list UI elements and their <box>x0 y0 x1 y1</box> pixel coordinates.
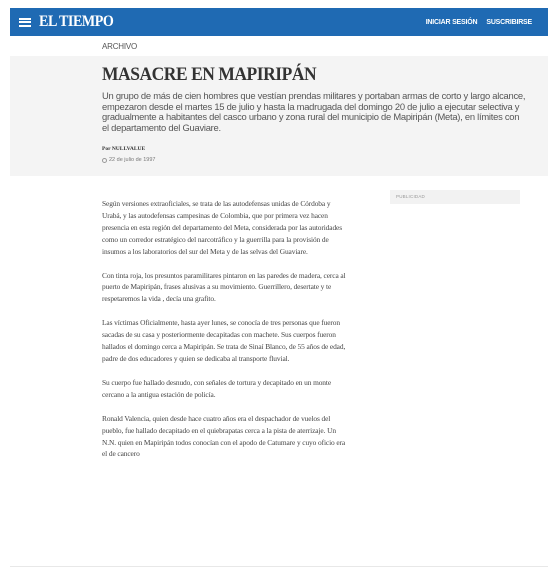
article-title: MASACRE EN MAPIRIPÁN <box>102 64 317 85</box>
section-link-archivo[interactable]: ARCHIVO <box>102 42 137 51</box>
signin-link[interactable]: INICIAR SESIÓN <box>426 19 478 26</box>
article-byline: Por NULLVALUE <box>102 146 146 152</box>
article-lead: Un grupo de más de cien hombres que vest… <box>102 90 526 133</box>
article-date-text: 22 de julio de 1997 <box>109 157 156 163</box>
article-paragraph: Ronald Valencia, quien desde hace cuatro… <box>102 413 346 459</box>
advertisement-slot[interactable]: PUBLICIDAD <box>390 190 520 204</box>
ad-label: PUBLICIDAD <box>396 194 426 199</box>
hamburger-menu-icon[interactable] <box>19 17 31 27</box>
page-bottom-divider <box>10 566 548 567</box>
article-body: Según versiones extraoficiales, se trata… <box>102 198 350 472</box>
article-paragraph: Su cuerpo fue hallado desnudo, con señal… <box>102 377 332 399</box>
article-paragraph: Con tinta roja, los presuntos paramilita… <box>102 270 346 304</box>
account-actions: INICIAR SESIÓN SUSCRIBIRSE <box>426 19 533 26</box>
section-bar: ARCHIVO <box>10 36 548 57</box>
clock-icon <box>102 157 107 163</box>
article-paragraph: Según versiones extraoficiales, se trata… <box>102 199 343 256</box>
article-paragraph: Las víctimas Oficialmente, hasta ayer lu… <box>102 318 346 363</box>
site-logo[interactable]: EL TIEMPO <box>39 13 114 31</box>
article-date: 22 de julio de 1997 <box>102 157 155 163</box>
top-navigation-bar: EL TIEMPO INICIAR SESIÓN SUSCRIBIRSE <box>10 8 548 36</box>
subscribe-link[interactable]: SUSCRIBIRSE <box>486 19 532 26</box>
